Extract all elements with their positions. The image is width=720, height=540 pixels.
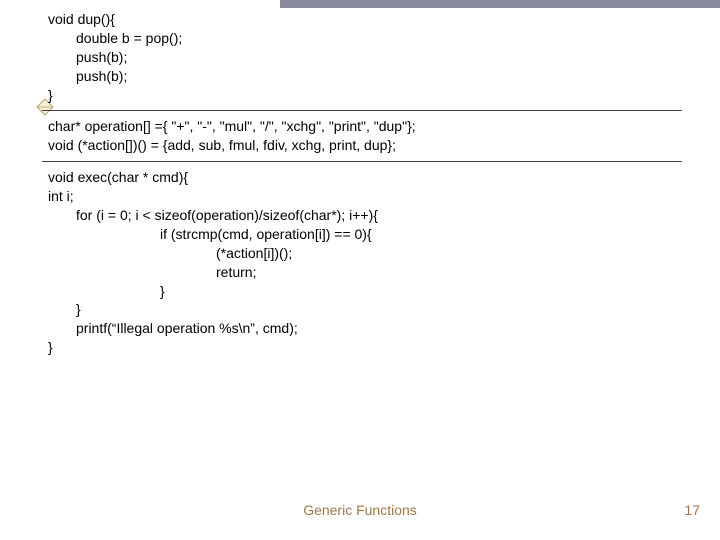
page-number: 17 — [684, 502, 700, 518]
code-line: double b = pop(); — [76, 29, 690, 48]
divider — [42, 161, 682, 162]
code-line: char* operation[] ={ "+", "-", "mul", "/… — [48, 117, 690, 136]
code-line: int i; — [48, 187, 690, 206]
code-line: for (i = 0; i < sizeof(operation)/sizeof… — [76, 206, 690, 225]
code-line: void exec(char * cmd){ — [48, 168, 690, 187]
divider — [42, 110, 682, 111]
code-line: return; — [216, 263, 690, 282]
code-line: } — [48, 338, 690, 357]
footer-title: Generic Functions — [0, 502, 720, 518]
code-line: printf(“Illegal operation %s\n”, cmd); — [76, 319, 690, 338]
code-line: void dup(){ — [48, 10, 690, 29]
header-bar — [280, 0, 720, 8]
code-line: push(b); — [76, 48, 690, 67]
code-content: void dup(){ double b = pop(); push(b); p… — [48, 10, 690, 357]
code-line: } — [76, 300, 690, 319]
code-line: } — [160, 282, 690, 301]
code-line: void (*action[])() = {add, sub, fmul, fd… — [48, 136, 690, 155]
code-line: (*action[i])(); — [216, 244, 690, 263]
code-line: } — [48, 86, 690, 105]
code-line: push(b); — [76, 67, 690, 86]
code-line: if (strcmp(cmd, operation[i]) == 0){ — [160, 225, 690, 244]
